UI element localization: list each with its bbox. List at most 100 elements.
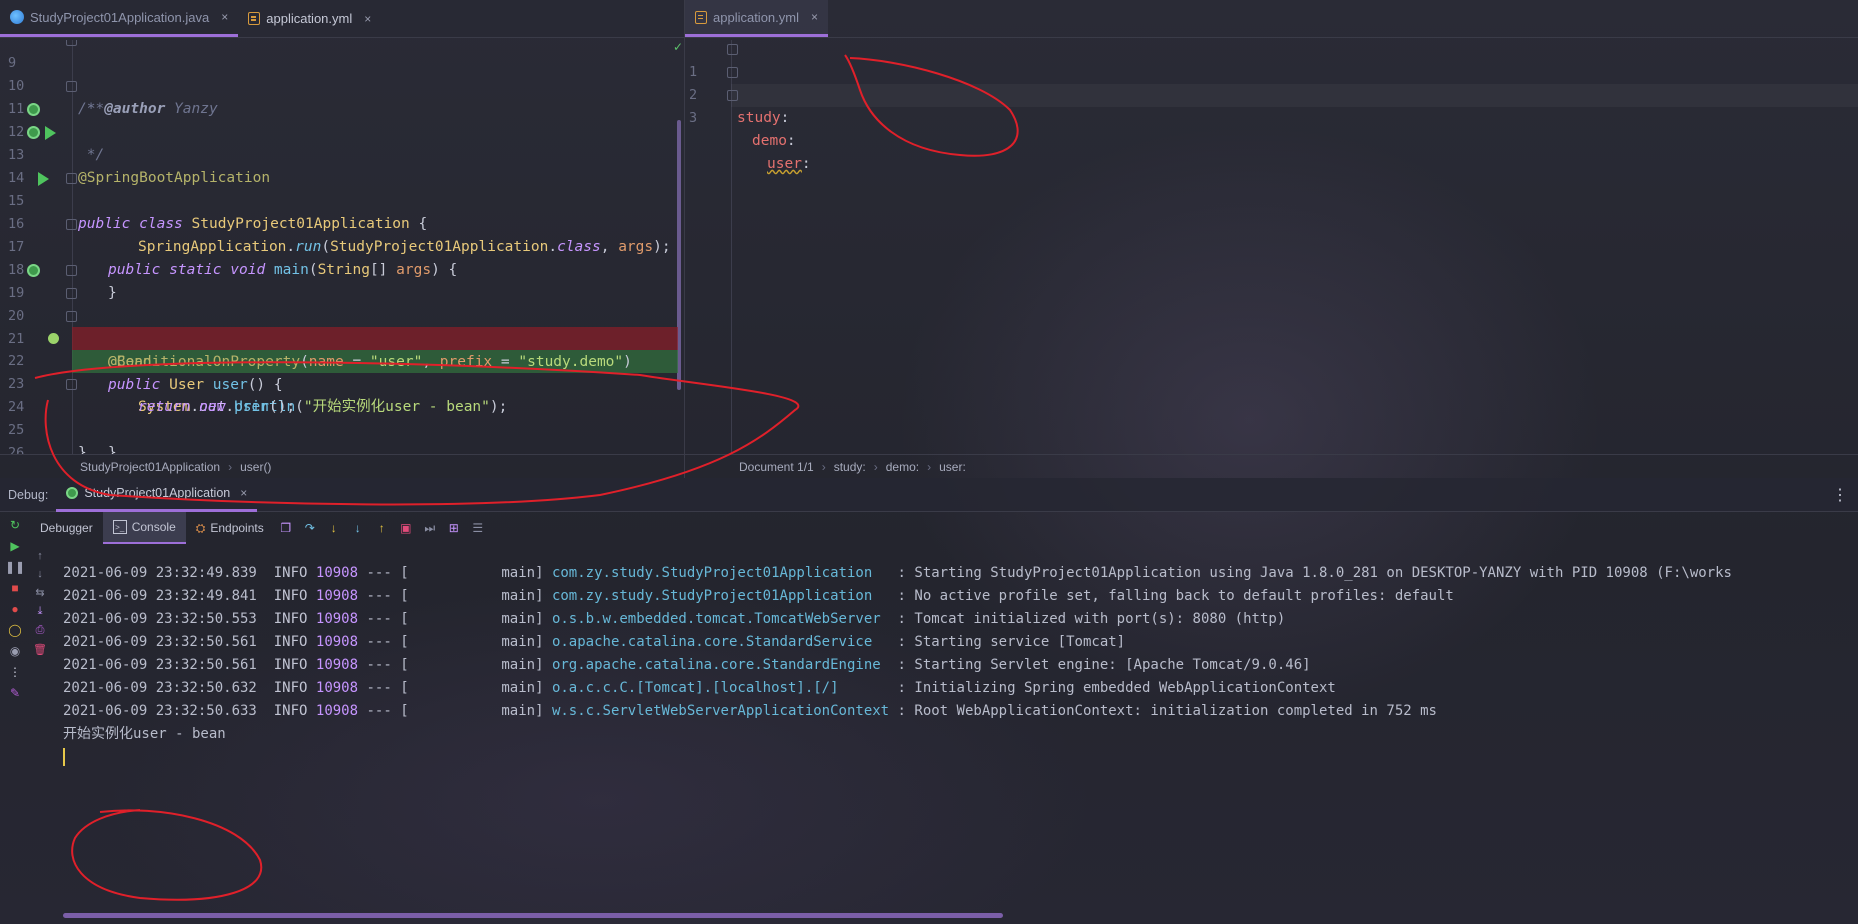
code-line-18: 18 [8, 262, 25, 278]
breakpoint-icon[interactable] [48, 333, 59, 344]
clear-all-icon[interactable]: 🗑 [33, 643, 47, 656]
spring-boot-icon [66, 487, 79, 499]
up-arrow-icon[interactable]: ↑ [37, 550, 43, 562]
tab-application-yml-right[interactable]: application.yml × [685, 0, 829, 37]
spring-bean-icon[interactable] [27, 103, 40, 116]
log-line: 2021-06-09 23:32:50.561 INFO 10908 --- [… [63, 634, 1126, 650]
java-editor: StudyProject01Application.java × applica… [0, 0, 684, 478]
run-icon[interactable] [45, 126, 56, 140]
console-output[interactable]: 2021-06-09 23:32:49.839 INFO 10908 --- [… [63, 562, 1858, 904]
code-line-26: 26 [8, 445, 25, 454]
resume-icon[interactable]: ▶ [10, 539, 19, 553]
code-line-16: 16 SpringApplication.run(StudyProject01A… [8, 216, 671, 255]
close-icon[interactable]: × [811, 10, 818, 24]
fold-icon[interactable] [727, 67, 738, 78]
fold-icon[interactable] [66, 81, 77, 92]
log-line: 2021-06-09 23:32:50.561 INFO 10908 --- [… [63, 657, 1311, 673]
pin-icon[interactable]: ✎ [10, 686, 20, 700]
debug-panel: Debug: StudyProject01Application × ⋮ ↻ ▶… [0, 478, 1858, 924]
fold-icon[interactable] [66, 311, 77, 322]
fold-icon[interactable] [66, 288, 77, 299]
log-line: 2021-06-09 23:32:49.841 INFO 10908 --- [… [63, 588, 1454, 604]
more-icon[interactable]: ⋮ [9, 665, 21, 679]
debug-toolbar: Debugger >_ Console ⛭ Endpoints ❐ ↷ ↓ ↓ ↑ … [30, 512, 1858, 544]
breadcrumb-document[interactable]: Document 1/1 [739, 460, 814, 474]
code-area[interactable]: 9 /** 10 * @author Yanzy 11 */ 12 @Sprin… [0, 40, 684, 454]
code-line-19: 19 @Bean [0, 259, 684, 370]
breadcrumb-method[interactable]: user() [240, 460, 271, 474]
print-icon[interactable]: ⎙ [36, 624, 45, 637]
code-line-12: 12 @SpringBootApplication [0, 98, 684, 186]
run-to-cursor-icon[interactable]: ▣ [399, 521, 413, 535]
yml-file-icon [248, 12, 261, 25]
code-line-23: 23 return new User(); [8, 376, 296, 415]
code-line-9: 9 /** [0, 40, 684, 117]
step-out-icon[interactable]: ↑ [375, 521, 389, 535]
code-line-21: 21 public User user() { [0, 305, 684, 393]
scroll-to-end-icon[interactable]: ⤓ [38, 605, 43, 618]
right-tab-bar: application.yml × [685, 0, 1858, 38]
step-over-icon[interactable]: ↷ [303, 521, 317, 535]
drop-frame-icon[interactable]: ⏭ [423, 521, 437, 535]
tab-study-project-java[interactable]: StudyProject01Application.java × [0, 0, 239, 37]
log-line: 2021-06-09 23:32:49.839 INFO 10908 --- [… [63, 565, 1732, 581]
yaml-breadcrumb: Document 1/1 › study: › demo: › user: [685, 454, 1858, 478]
endpoints-icon: ⛭ [195, 520, 206, 535]
spring-bean-icon[interactable] [27, 126, 40, 139]
camera-icon[interactable]: ◉ [10, 644, 20, 658]
left-tab-bar: StudyProject01Application.java × applica… [0, 0, 684, 38]
fold-icon[interactable] [66, 40, 77, 46]
fold-icon[interactable] [66, 379, 77, 390]
tab-console[interactable]: >_ Console [102, 512, 186, 544]
view-breakpoints-icon[interactable]: ● [11, 602, 18, 616]
run-icon[interactable] [38, 172, 49, 186]
code-line-20: 20 @ConditionalOnProperty(name = "user",… [0, 282, 684, 370]
yaml-code-area[interactable]: 1 study: 2 demo: 3 user: [685, 40, 1858, 454]
tab-debugger[interactable]: Debugger [30, 512, 103, 544]
tab-application-yml[interactable]: application.yml × [238, 0, 381, 37]
restore-layout-icon[interactable]: ❐ [279, 521, 293, 535]
evaluate-expression-icon[interactable]: ⊞ [447, 521, 461, 535]
code-line-15: 15 public static void main(String[] args… [0, 167, 684, 278]
close-icon[interactable]: × [240, 486, 247, 500]
breadcrumb-demo[interactable]: demo: [886, 460, 919, 474]
down-arrow-icon[interactable]: ↓ [37, 568, 43, 580]
console-icon: >_ [112, 520, 127, 534]
session-label: StudyProject01Application [84, 486, 231, 500]
fold-icon[interactable] [66, 265, 77, 276]
tab-endpoints[interactable]: ⛭ Endpoints [186, 512, 274, 544]
fold-icon[interactable] [727, 44, 738, 55]
breadcrumb-class[interactable]: StudyProject01Application [80, 460, 220, 474]
breadcrumb-study[interactable]: study: [834, 460, 866, 474]
close-icon[interactable]: × [221, 10, 228, 24]
breadcrumb-user[interactable]: user: [939, 460, 966, 474]
rerun-icon[interactable]: ↻ [10, 518, 20, 532]
mute-breakpoints-icon[interactable]: ◯ [8, 623, 21, 637]
console-side-toolbar: ↑ ↓ ⇆ ⤓ ⎙ 🗑 [31, 550, 49, 656]
close-icon[interactable]: × [364, 12, 371, 26]
yml-file-icon [695, 10, 707, 24]
fold-icon[interactable] [66, 219, 77, 230]
soft-wrap-icon[interactable]: ⇆ [35, 586, 44, 599]
force-step-into-icon[interactable]: ↓ [351, 521, 365, 535]
step-into-icon[interactable]: ↓ [327, 521, 341, 535]
trace-icon[interactable]: ☰ [471, 521, 485, 535]
java-class-icon [10, 10, 24, 24]
code-line-17: 17 } [0, 213, 684, 301]
more-options-icon[interactable]: ⋮ [1832, 485, 1848, 505]
horizontal-scrollbar[interactable] [63, 913, 1003, 918]
stop-icon[interactable]: ■ [11, 581, 18, 595]
breadcrumb: StudyProject01Application › user() [0, 454, 684, 478]
console-caret [63, 748, 65, 766]
code-line-22: 22 System.out.println("开始实例化user - bean"… [0, 327, 684, 415]
debug-left-toolbar: ↻ ▶ ❚❚ ■ ● ◯ ◉ ⋮ ✎ [0, 512, 30, 924]
debug-session-tab[interactable]: StudyProject01Application × [56, 478, 258, 512]
code-line-25: 25 } [8, 422, 87, 454]
fold-icon[interactable] [727, 90, 738, 101]
tab-label: application.yml [266, 11, 353, 26]
spring-bean-icon[interactable] [27, 264, 40, 277]
fold-icon[interactable] [66, 173, 77, 184]
code-line-11: 11 */ [0, 75, 684, 163]
pause-icon[interactable]: ❚❚ [5, 560, 25, 574]
debug-title: Debug: [8, 487, 49, 502]
